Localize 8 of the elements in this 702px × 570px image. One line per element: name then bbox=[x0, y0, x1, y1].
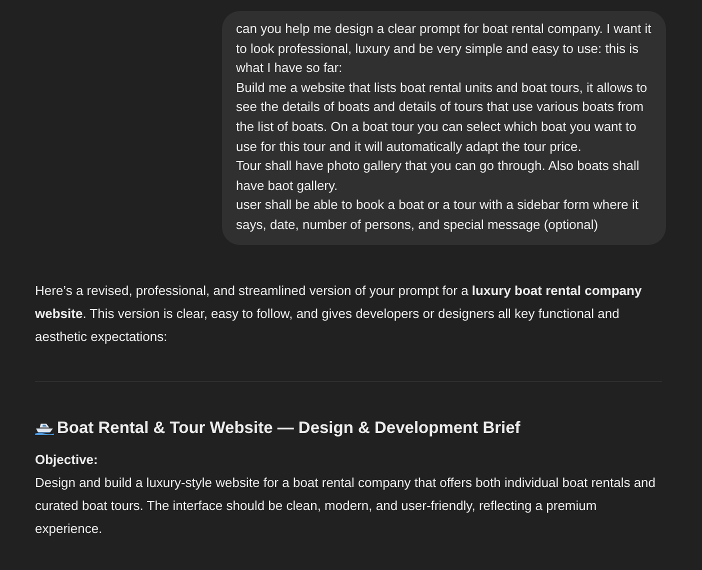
section-heading: Boat Rental & Tour Website — Design & Development Brief bbox=[57, 418, 520, 439]
message-text: Tour shall have photo gallery that you can go through. Also boats shall have baot gallery. bbox=[236, 157, 640, 195]
section-label: Objective: bbox=[35, 450, 99, 469]
message-text: Build me a website that lists boat rental units and boat tours, it allows to see the details of boats and details of tours that use various boats from the list of boats. On a boat tour you can select which boat you want to use for this tour and it will automatically adapt the tour price. bbox=[236, 78, 648, 156]
message-text: user shall be able to book a boat or a tour with a sidebar form where it says, date, number of persons, and special message (optional) bbox=[236, 196, 640, 234]
response-text: Here’s a revised, professional, and streamlined version of your prompt for a luxury boat rental company website. This version is clear, easy to follow, and gives developers or designers all key functional and aesthetic expectations: bbox=[35, 282, 643, 346]
message-text: can you help me design a clear prompt for boat rental company. I want it to look professional, luxury and be very simple and easy to use: this is what I have so far: bbox=[236, 20, 652, 78]
section-text: Design and build a luxury-style website for a boat rental company that offers both individual boat rentals and curated boat tours. The interface should be clean, modern, and user-friendly, reflecting a premium experience. bbox=[35, 474, 657, 538]
